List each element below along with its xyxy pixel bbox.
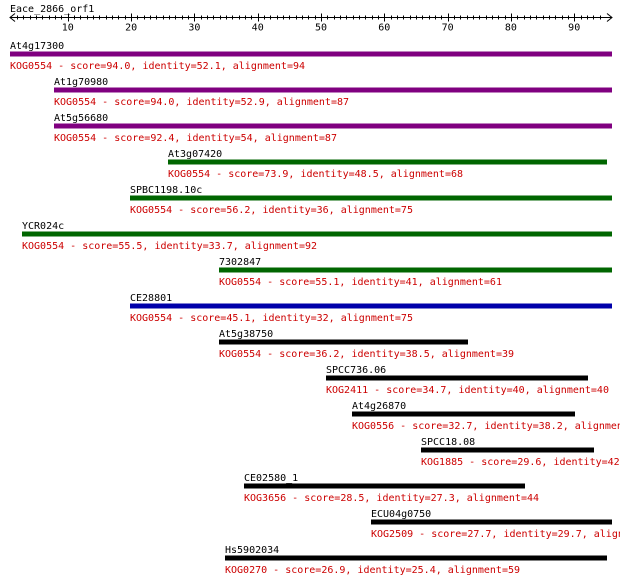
hit-bar[interactable] (225, 555, 607, 561)
axis-tick-label: 80 (505, 23, 517, 34)
hit-bar[interactable] (421, 447, 594, 453)
hit-row: At4g17300 KOG0554 - score=94.0, identity=… (10, 41, 612, 72)
hit-row: At3g07420 KOG0554 - score=73.9, identity=… (168, 149, 607, 180)
axis-tick-label: 70 (442, 23, 454, 34)
hit-row: SPBC1198.10c KOG0554 - score=56.2, identi… (130, 185, 612, 216)
hit-description[interactable]: KOG0554 - score=94.0, identity=52.1, ali… (10, 61, 305, 72)
hit-bar[interactable] (22, 231, 612, 237)
hit-name[interactable]: At1g70980 (54, 77, 108, 88)
hit-bar[interactable] (219, 339, 468, 345)
hit-description[interactable]: KOG0554 - score=92.4, identity=54, align… (54, 133, 337, 144)
hit-row: ECU04g0750 KOG2509 - score=27.7, identity… (371, 509, 620, 540)
hit-description[interactable]: KOG1885 - score=29.6, identity=42.9, ali… (421, 457, 620, 468)
hit-name[interactable]: At5g56680 (54, 113, 108, 124)
hit-row: Hs5902034 KOG0270 - score=26.9, identity=… (225, 545, 607, 576)
hit-row: At5g56680 KOG0554 - score=92.4, identity=… (54, 113, 612, 144)
hit-bar[interactable] (244, 483, 525, 489)
hit-bar[interactable] (54, 123, 612, 129)
query-title: Eace_2866_orf1 (10, 4, 94, 15)
hit-name[interactable]: ECU04g0750 (371, 509, 431, 520)
hit-row: At4g26870 KOG0556 - score=32.7, identity=… (352, 401, 620, 432)
alignment-panel: Eace_2866_orf1 10 20 30 40 50 60 70 80 90 At4g17… (0, 0, 620, 581)
hit-row: YCR024c KOG0554 - score=55.5, identity=33… (22, 221, 612, 252)
hit-name[interactable]: CE28801 (130, 293, 172, 304)
hit-row: At5g38750 KOG0554 - score=36.2, identity=… (219, 329, 514, 360)
axis-tick-label: 90 (568, 23, 580, 34)
hit-bar[interactable] (352, 411, 575, 417)
hit-name[interactable]: SPCC736.06 (326, 365, 386, 376)
hit-description[interactable]: KOG0554 - score=36.2, identity=38.5, ali… (219, 349, 514, 360)
alignment-diagram: Eace_2866_orf1 10 20 30 40 50 60 70 80 90 At4g17… (9, 4, 620, 576)
axis-tick-label: 20 (125, 23, 137, 34)
hit-bar[interactable] (371, 519, 612, 525)
hit-name[interactable]: CE02580_1 (244, 473, 298, 484)
hit-name[interactable]: SPBC1198.10c (130, 185, 202, 196)
axis-tick-label: 40 (252, 23, 264, 34)
hit-name[interactable]: YCR024c (22, 221, 64, 232)
hit-description[interactable]: KOG0554 - score=94.0, identity=52.9, ali… (54, 97, 349, 108)
axis-tick-label: 60 (378, 23, 390, 34)
hit-bar[interactable] (10, 51, 612, 57)
axis-tick-label: 50 (315, 23, 327, 34)
hit-description[interactable]: KOG0554 - score=56.2, identity=36, align… (130, 205, 413, 216)
axis-tick-label: 30 (188, 23, 200, 34)
hit-row: At1g70980 KOG0554 - score=94.0, identity=… (54, 77, 612, 108)
hit-name[interactable]: SPCC18.08 (421, 437, 475, 448)
hit-name[interactable]: Hs5902034 (225, 545, 279, 556)
sequence-axis: 10 20 30 40 50 60 70 80 90 (9, 13, 613, 34)
hit-description[interactable]: KOG2411 - score=34.7, identity=40, align… (326, 385, 609, 396)
hit-description[interactable]: KOG0554 - score=73.9, identity=48.5, ali… (168, 169, 463, 180)
hit-name[interactable]: At5g38750 (219, 329, 273, 340)
hit-description[interactable]: KOG2509 - score=27.7, identity=29.7, ali… (371, 529, 620, 540)
hit-row: CE28801 KOG0554 - score=45.1, identity=32… (130, 293, 612, 324)
hit-name[interactable]: 7302847 (219, 257, 261, 268)
hit-name[interactable]: At4g17300 (10, 41, 64, 52)
hit-bar[interactable] (326, 375, 588, 381)
hit-description[interactable]: KOG0270 - score=26.9, identity=25.4, ali… (225, 565, 520, 576)
hit-description[interactable]: KOG0554 - score=45.1, identity=32, align… (130, 313, 413, 324)
hit-description[interactable]: KOG0554 - score=55.1, identity=41, align… (219, 277, 502, 288)
hit-bar[interactable] (130, 303, 612, 309)
hit-row: SPCC18.08 KOG1885 - score=29.6, identity=… (421, 437, 620, 468)
hit-bar[interactable] (54, 87, 612, 93)
hit-row: SPCC736.06 KOG2411 - score=34.7, identity… (326, 365, 609, 396)
hit-name[interactable]: At4g26870 (352, 401, 406, 412)
axis-tick-label: 10 (62, 23, 74, 34)
hit-name[interactable]: At3g07420 (168, 149, 222, 160)
hit-bar[interactable] (130, 195, 612, 201)
hit-row: 7302847 KOG0554 - score=55.1, identity=41… (219, 257, 612, 288)
hit-description[interactable]: KOG0556 - score=32.7, identity=38.2, ali… (352, 421, 620, 432)
hit-list: At4g17300 KOG0554 - score=94.0, identity=… (10, 41, 620, 576)
hit-description[interactable]: KOG3656 - score=28.5, identity=27.3, ali… (244, 493, 539, 504)
hit-description[interactable]: KOG0554 - score=55.5, identity=33.7, ali… (22, 241, 317, 252)
hit-row: CE02580_1 KOG3656 - score=28.5, identity=… (244, 473, 539, 504)
hit-bar[interactable] (219, 267, 612, 273)
hit-bar[interactable] (168, 159, 607, 165)
